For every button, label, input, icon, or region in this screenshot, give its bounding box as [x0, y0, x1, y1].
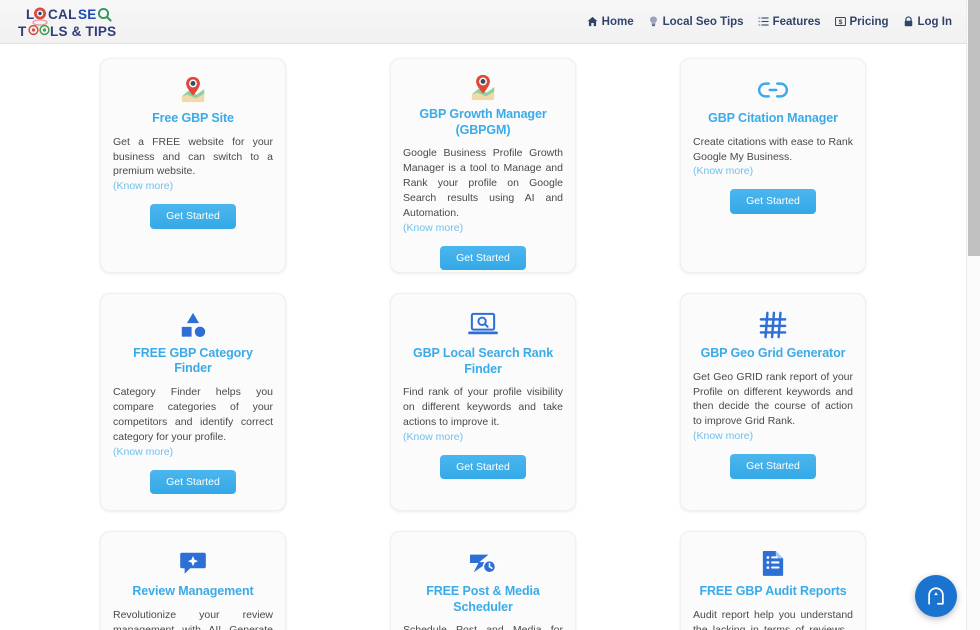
tools-grid: Free GBP Site Get a FREE website for you… [0, 56, 966, 630]
link-icon [758, 73, 788, 107]
chat-support-button[interactable] [915, 575, 957, 617]
card-actions: Get Started GET IT ON Go [403, 245, 563, 272]
card-actions: Get Started [113, 204, 273, 229]
nav-label-home: Home [601, 15, 634, 28]
card-actions: Get Started [113, 469, 273, 494]
card-title: Review Management [132, 584, 254, 598]
know-more-link[interactable]: (Know more) [113, 446, 273, 458]
tool-card-gbp-growth-manager[interactable]: GBP Growth Manager (GBPGM) Google Busine… [390, 58, 576, 273]
nav-label-pricing: Pricing [849, 15, 889, 28]
card-title: FREE GBP Category Finder [133, 345, 253, 376]
nav-item-pricing[interactable]: $ Pricing [834, 15, 889, 28]
main-nav: Home Local Seo Tips Features $ Pricing L… [587, 16, 958, 28]
card-description: Create citations with ease to Rank Googl… [693, 135, 853, 163]
send-clock-icon [468, 546, 498, 580]
card-description: Get a FREE website for your business and… [113, 135, 273, 178]
card-actions: Get Started [693, 454, 853, 479]
nav-item-features[interactable]: Features [758, 16, 821, 28]
get-started-button[interactable]: Get Started [730, 454, 816, 479]
tool-card-gbp-geo-grid-generator[interactable]: GBP Geo Grid Generator Get Geo GRID rank… [680, 293, 866, 511]
map-pin-icon [179, 73, 207, 107]
tool-card-free-gbp-site[interactable]: Free GBP Site Get a FREE website for you… [100, 58, 286, 273]
tool-card-free-gbp-category-finder[interactable]: FREE GBP Category Finder Category Finder… [100, 293, 286, 511]
grid-icon [759, 308, 787, 342]
get-started-button[interactable]: Get Started [150, 469, 236, 494]
card-description: Revolutionize your review management wit… [113, 608, 273, 630]
page-viewport: L CAL SE T LS & TIPS Home Local Seo Tips… [0, 0, 966, 630]
svg-text:SE: SE [78, 7, 97, 22]
card-title: GBP Geo Grid Generator [700, 346, 846, 360]
nav-label-local-seo-tips: Local Seo Tips [662, 15, 744, 28]
know-more-link[interactable]: (Know more) [403, 222, 563, 234]
main-content: Free GBP Site Get a FREE website for you… [0, 44, 966, 630]
shapes-icon [179, 308, 207, 342]
tool-card-free-post-media-scheduler[interactable]: FREE Post & Media Scheduler Schedule Pos… [390, 531, 576, 630]
nav-item-home[interactable]: Home [587, 16, 634, 28]
card-title: Free GBP Site [152, 111, 234, 125]
card-title: GBP Growth Manager (GBPGM) [419, 107, 547, 137]
document-icon [761, 546, 785, 580]
know-more-link[interactable]: (Know more) [693, 430, 853, 442]
card-description: Schedule Post and Media for regular and … [403, 623, 563, 630]
card-description: Category Finder helps you compare catego… [113, 385, 273, 443]
site-header: L CAL SE T LS & TIPS Home Local Seo Tips… [0, 0, 966, 44]
card-title: GBP Local Search Rank Finder [412, 346, 554, 376]
know-more-link[interactable]: (Know more) [113, 180, 273, 192]
list-icon [758, 16, 769, 27]
laptop-search-icon [467, 308, 499, 342]
get-started-button[interactable]: Get Started [730, 189, 816, 214]
map-pin-icon [469, 73, 497, 103]
card-description: Audit report help you understand the lac… [693, 608, 853, 630]
tool-card-gbp-citation-manager[interactable]: GBP Citation Manager Create citations wi… [680, 58, 866, 273]
nav-item-local-seo-tips[interactable]: Local Seo Tips [648, 16, 744, 28]
chat-sparkle-icon [179, 546, 207, 580]
support-bot-icon [928, 587, 944, 605]
dollar-icon: $ [834, 16, 846, 27]
card-actions: Get Started [693, 189, 853, 214]
svg-text:T: T [18, 24, 27, 39]
svg-text:CAL: CAL [48, 7, 77, 22]
page-scrollbar[interactable] [966, 0, 980, 630]
home-icon [587, 16, 598, 27]
card-title: FREE Post & Media Scheduler [426, 584, 540, 614]
tool-card-gbp-local-search-rank-finder[interactable]: GBP Local Search Rank Finder Find rank o… [390, 293, 576, 511]
svg-text:$: $ [838, 19, 842, 26]
nav-label-login: Log In [917, 15, 953, 28]
tool-card-review-management[interactable]: Review Management Revolutionize your rev… [100, 531, 286, 630]
svg-text:L: L [26, 7, 35, 22]
get-started-button[interactable]: Get Started [150, 204, 236, 229]
know-more-link[interactable]: (Know more) [693, 165, 853, 177]
card-description: Google Business Profile Growth Manager i… [403, 147, 563, 219]
scrollbar-thumb[interactable] [968, 0, 980, 256]
know-more-link[interactable]: (Know more) [403, 431, 563, 443]
lock-icon [903, 16, 914, 27]
get-started-button[interactable]: Get Started [440, 454, 526, 480]
nav-item-login[interactable]: Log In [903, 15, 953, 28]
tool-card-free-gbp-audit-reports[interactable]: FREE GBP Audit Reports Audit report help… [680, 531, 866, 630]
card-description: Get Geo GRID rank report of your Profile… [693, 370, 853, 428]
logo-graphic: L CAL SE T LS & TIPS [18, 7, 116, 39]
card-title: FREE GBP Audit Reports [699, 584, 847, 598]
svg-text:LS & TIPS: LS & TIPS [50, 24, 116, 39]
lightbulb-icon [648, 16, 659, 27]
card-actions: Get Started [403, 454, 563, 480]
card-description: Find rank of your profile visibility on … [403, 386, 563, 429]
site-logo[interactable]: L CAL SE T LS & TIPS [6, 4, 128, 40]
get-started-button[interactable]: Get Started [440, 245, 526, 271]
card-title: GBP Citation Manager [708, 111, 838, 125]
nav-label-features: Features [772, 15, 821, 28]
